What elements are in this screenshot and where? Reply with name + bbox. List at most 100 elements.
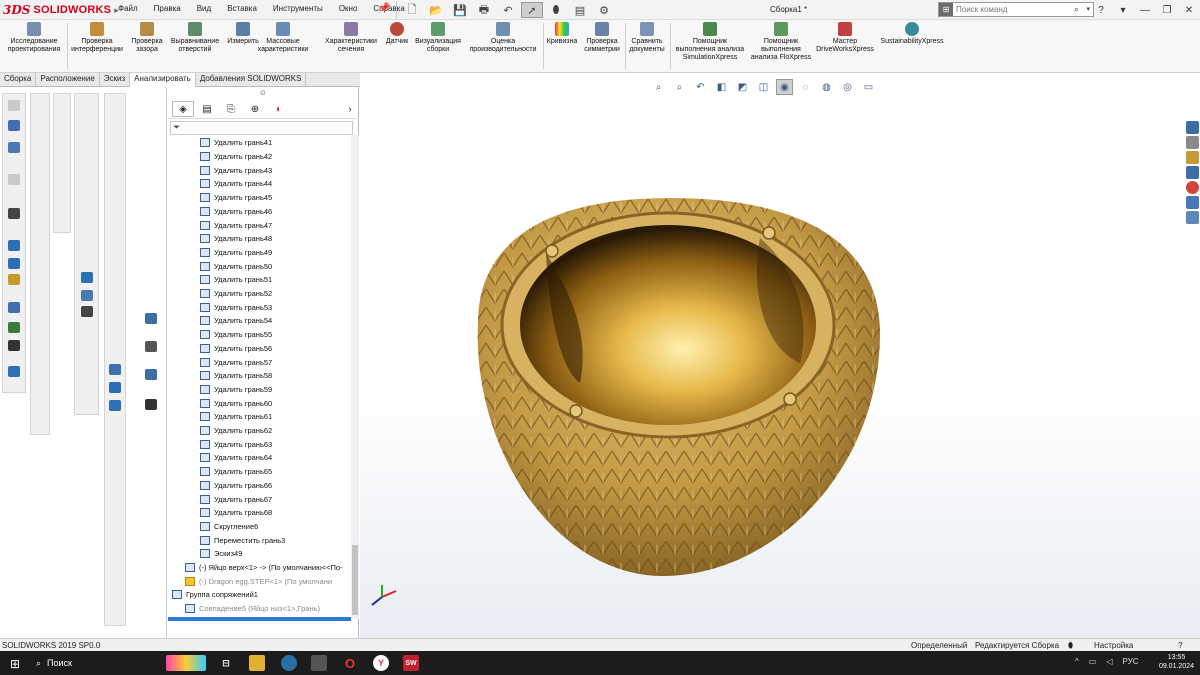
curvature-button[interactable]: Кривизна [544, 22, 580, 46]
tree-scrollbar[interactable] [351, 135, 359, 619]
tree-item[interactable]: Удалить грань65 [200, 465, 272, 479]
search-scope-icon[interactable]: ⊞ [939, 3, 953, 16]
tree-item[interactable]: Удалить грань48 [200, 232, 272, 246]
driveworksxpress-button[interactable]: Мастер DriveWorksXpress [814, 22, 876, 54]
clearance-check-button[interactable]: Проверка зазора [128, 22, 166, 54]
sensor-button[interactable]: Датчик [384, 22, 410, 46]
volume-icon[interactable]: ◁ [1106, 657, 1112, 666]
tool-icon[interactable] [8, 120, 20, 131]
open-icon[interactable]: 📂 [425, 2, 447, 18]
tab-layout[interactable]: Расположение [36, 73, 100, 87]
close-icon[interactable]: ✕ [1178, 0, 1200, 20]
displaymanager-tab-icon[interactable]: ◐ [268, 101, 290, 117]
compare-documents-button[interactable]: Сравнить документы [626, 22, 668, 54]
help-icon[interactable]: ? [1090, 0, 1112, 20]
chevron-right-icon[interactable]: › [345, 101, 355, 117]
menu-insert[interactable]: Вставка [219, 4, 265, 13]
new-document-icon[interactable]: 🗋 [401, 2, 423, 18]
design-library-icon[interactable] [1185, 136, 1199, 149]
tool-icon[interactable] [8, 302, 20, 313]
menu-view[interactable]: Вид [189, 4, 219, 13]
tree-item[interactable]: Удалить грань58 [200, 369, 272, 383]
calculator-icon[interactable] [311, 655, 327, 671]
tab-sketch[interactable]: Эскиз [100, 73, 131, 87]
floxpress-button[interactable]: Помощник выполнения анализа FloXpress [750, 22, 812, 62]
interference-check-button[interactable]: Проверка интерференции [68, 22, 126, 54]
menu-tools[interactable]: Инструменты [265, 4, 331, 13]
file-explorer-icon[interactable] [249, 655, 265, 671]
menu-window[interactable]: Окно [331, 4, 366, 13]
tree-item[interactable]: Удалить грань55 [200, 328, 272, 342]
network-icon[interactable]: ▭ [1089, 657, 1097, 666]
tree-item[interactable]: Удалить грань62 [200, 424, 272, 438]
sustainabilityxpress-button[interactable]: SustainabilityXpress [876, 22, 948, 46]
search-input[interactable]: Поиск команд [956, 5, 1007, 14]
tree-item[interactable]: Удалить грань67 [200, 492, 272, 506]
tree-item[interactable]: Удалить грань42 [200, 150, 272, 164]
tree-item[interactable]: Удалить грань60 [200, 396, 272, 410]
tool-icon[interactable] [145, 369, 157, 380]
tab-evaluate[interactable]: Анализировать [130, 73, 196, 87]
forum-icon[interactable] [1185, 211, 1199, 224]
windows-start-icon[interactable]: ⊞ [10, 657, 20, 671]
app-icon[interactable] [281, 655, 297, 671]
tool-icon[interactable] [8, 174, 20, 185]
tool-icon[interactable] [109, 400, 121, 411]
dragon-egg-model[interactable] [360, 73, 1200, 638]
options-dropdown-icon[interactable]: ▾ [1112, 0, 1134, 20]
minimize-icon[interactable]: — [1134, 0, 1156, 20]
tool-icon[interactable] [8, 274, 20, 285]
rebuild-icon[interactable]: ⬮ [545, 2, 567, 18]
tree-part-node[interactable]: (-) Dragon egg.STEP<1> (По умолчани [185, 574, 332, 588]
yandex-browser-icon[interactable]: Y [373, 655, 389, 671]
dimxpert-tab-icon[interactable]: ⊕ [244, 101, 266, 117]
featuremanager-tab-icon[interactable]: ◈ [172, 101, 194, 117]
tree-item[interactable]: Удалить грань44 [200, 177, 272, 191]
tree-item[interactable]: Удалить грань52 [200, 287, 272, 301]
tree-item[interactable]: Скругление6 [200, 520, 258, 534]
tree-item[interactable]: Удалить грань47 [200, 218, 272, 232]
clock[interactable]: 13:55 09.01.2024 [1159, 653, 1194, 671]
tool-icon[interactable] [145, 399, 157, 410]
mass-properties-button[interactable]: Массовые характеристики [248, 22, 318, 54]
tree-item[interactable]: Эскиз49 [200, 547, 242, 561]
tool-icon[interactable] [8, 366, 20, 377]
file-explorer-icon[interactable] [1185, 151, 1199, 164]
tool-icon[interactable] [8, 258, 20, 269]
chevron-up-icon[interactable]: ^ [1075, 657, 1079, 666]
tree-item[interactable]: Удалить грань53 [200, 300, 272, 314]
tool-icon[interactable] [8, 142, 20, 153]
panel-grip-icon[interactable]: ⊙ [260, 89, 266, 97]
tree-mates-group[interactable]: Группа сопряжений1 [172, 588, 258, 602]
restore-icon[interactable]: ❐ [1156, 0, 1178, 20]
tool-icon[interactable] [81, 290, 93, 301]
units-settings[interactable]: Настройка [1094, 641, 1133, 650]
solidworks-taskbar-icon[interactable]: SW [403, 655, 419, 671]
hole-alignment-button[interactable]: Выравнивание отверстий [168, 22, 222, 54]
tree-item[interactable]: Удалить грань54 [200, 314, 272, 328]
pin-icon[interactable]: 📌 [378, 3, 390, 14]
tree-item[interactable]: Удалить грань68 [200, 506, 272, 520]
tool-icon[interactable] [8, 100, 20, 111]
solidworks-logo[interactable]: 3DS SOLIDWORKS ▸ [3, 2, 119, 18]
tool-icon[interactable] [8, 208, 20, 219]
home-icon[interactable] [1185, 121, 1199, 134]
tool-icon[interactable] [81, 306, 93, 317]
tree-filter[interactable]: ⏷ [170, 121, 353, 135]
tree-item[interactable]: Удалить грань66 [200, 479, 272, 493]
task-view-icon[interactable]: ⊟ [218, 655, 234, 671]
file-properties-icon[interactable]: ▤ [569, 2, 591, 18]
tree-item[interactable]: Удалить грань49 [200, 246, 272, 260]
section-properties-button[interactable]: Характеристики сечения [320, 22, 382, 54]
tree-item[interactable]: Удалить грань59 [200, 383, 272, 397]
tree-item[interactable]: Удалить грань63 [200, 437, 272, 451]
tree-mate-item[interactable]: Совпадение5 (Яйцо низ<1>,Грань) [185, 602, 320, 616]
opera-icon[interactable]: O [342, 655, 358, 671]
tab-addins[interactable]: Добавления SOLIDWORKS [196, 73, 307, 87]
tree-item[interactable]: Удалить грань43 [200, 163, 272, 177]
rebuild-status-icon[interactable]: ⬮ [1068, 641, 1073, 651]
tree-item[interactable]: Удалить грань56 [200, 342, 272, 356]
save-icon[interactable]: 💾 [449, 2, 471, 18]
tree-item[interactable]: Удалить грань51 [200, 273, 272, 287]
filter-icon[interactable]: ⏷ [173, 122, 180, 133]
